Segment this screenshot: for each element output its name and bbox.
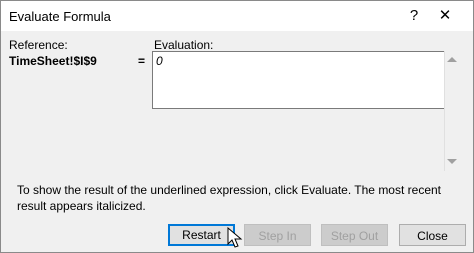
evaluate-formula-dialog: Evaluate Formula ? ✕ Reference: TimeShee… (0, 0, 474, 253)
step-in-button[interactable]: Step In (244, 224, 311, 246)
evaluation-label: Evaluation: (154, 38, 214, 52)
reference-label: Reference: (9, 38, 68, 52)
scrollbar[interactable] (444, 51, 459, 171)
restart-button[interactable]: Restart (168, 224, 235, 246)
scroll-down-icon[interactable] (447, 159, 457, 164)
window-title: Evaluate Formula (9, 9, 111, 24)
mouse-cursor-icon (227, 227, 243, 248)
close-icon[interactable]: ✕ (433, 6, 457, 26)
reference-value: TimeSheet!$I$9 (9, 54, 97, 68)
help-icon[interactable]: ? (404, 6, 424, 26)
scroll-up-icon[interactable] (447, 57, 457, 62)
equals-sign: = (138, 54, 146, 68)
instruction-text: To show the result of the underlined exp… (17, 183, 442, 213)
evaluation-value: 0 (156, 54, 163, 68)
title-bar[interactable]: Evaluate Formula ? ✕ (1, 1, 473, 31)
step-out-button[interactable]: Step Out (321, 224, 388, 246)
evaluation-box[interactable]: 0 (152, 51, 445, 109)
close-button[interactable]: Close (399, 224, 466, 246)
